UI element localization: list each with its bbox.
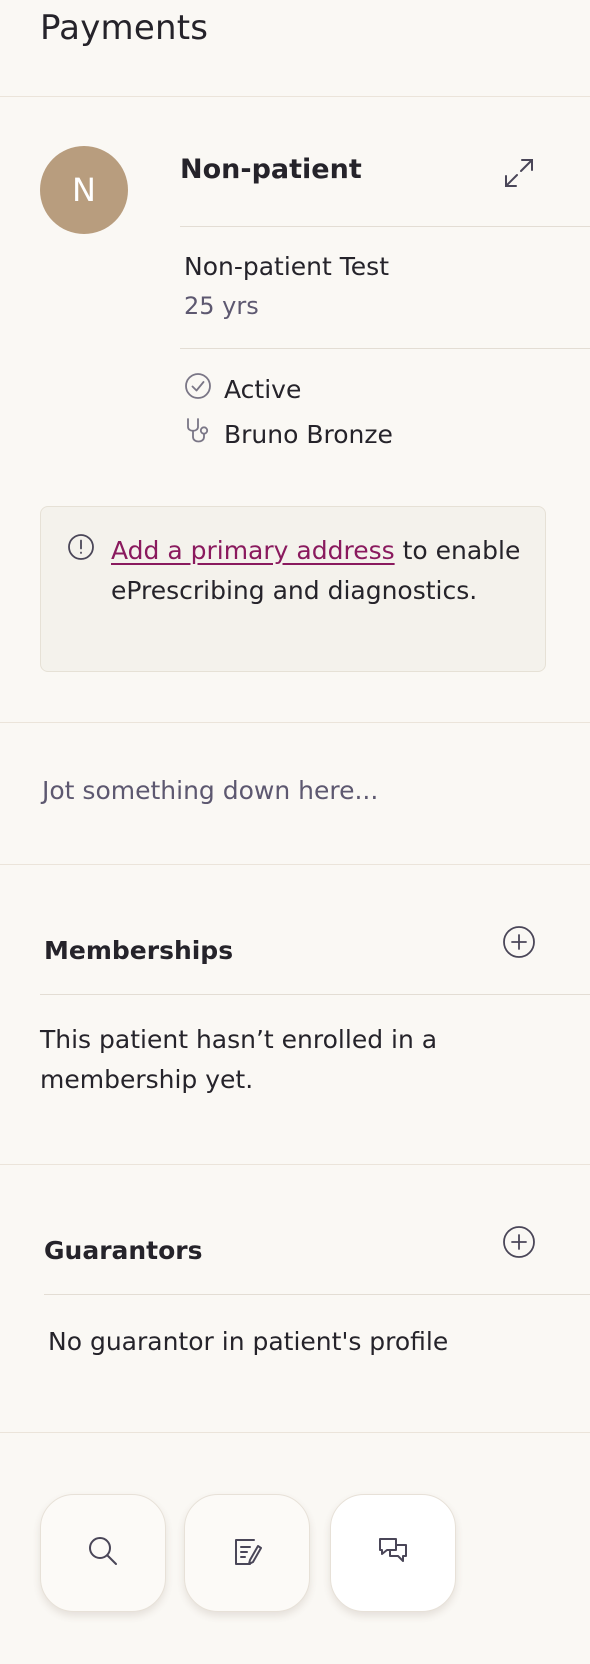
notes-input[interactable]: Jot something down here... (42, 776, 378, 805)
chat-icon (376, 1534, 410, 1572)
status-row: Active (184, 372, 301, 406)
search-button[interactable] (40, 1494, 166, 1612)
section-divider (0, 722, 590, 723)
address-notice: Add a primary address to enable ePrescri… (40, 506, 546, 672)
messages-button[interactable] (330, 1494, 456, 1612)
check-circle-icon (184, 372, 224, 406)
status-label: Active (224, 374, 302, 404)
memberships-empty-text: This patient hasn’t enrolled in a member… (40, 1025, 438, 1094)
patient-display-name: Non-patient (180, 154, 362, 185)
stethoscope-icon (184, 416, 224, 452)
quick-note-button[interactable] (184, 1494, 310, 1612)
provider-name: Bruno Bronze (224, 419, 393, 449)
patient-divider (180, 348, 590, 349)
add-primary-address-link[interactable]: Add a primary address (111, 536, 395, 565)
avatar: N (40, 146, 128, 234)
notice-text: Add a primary address to enable ePrescri… (111, 531, 531, 611)
provider-row: Bruno Bronze (184, 416, 393, 452)
header-divider (0, 96, 590, 97)
section-divider (0, 1432, 590, 1433)
add-membership-icon[interactable] (502, 925, 536, 959)
patient-full-name: Non-patient Test (184, 252, 390, 281)
guarantors-title: Guarantors (44, 1236, 203, 1265)
search-icon (86, 1534, 120, 1572)
guarantors-empty-text: No guarantor in patient's profile (48, 1327, 449, 1356)
note-edit-icon (230, 1534, 264, 1572)
memberships-title: Memberships (44, 936, 234, 965)
expand-icon[interactable] (502, 156, 536, 190)
section-divider (0, 1164, 590, 1165)
add-guarantor-icon[interactable] (502, 1225, 536, 1259)
memberships-divider (40, 994, 590, 995)
patient-age: 25 yrs (184, 292, 259, 320)
page-title: Payments (40, 8, 209, 48)
guarantors-divider (44, 1294, 590, 1295)
section-divider (0, 864, 590, 865)
patient-divider (180, 226, 590, 227)
alert-circle-icon (67, 533, 95, 565)
